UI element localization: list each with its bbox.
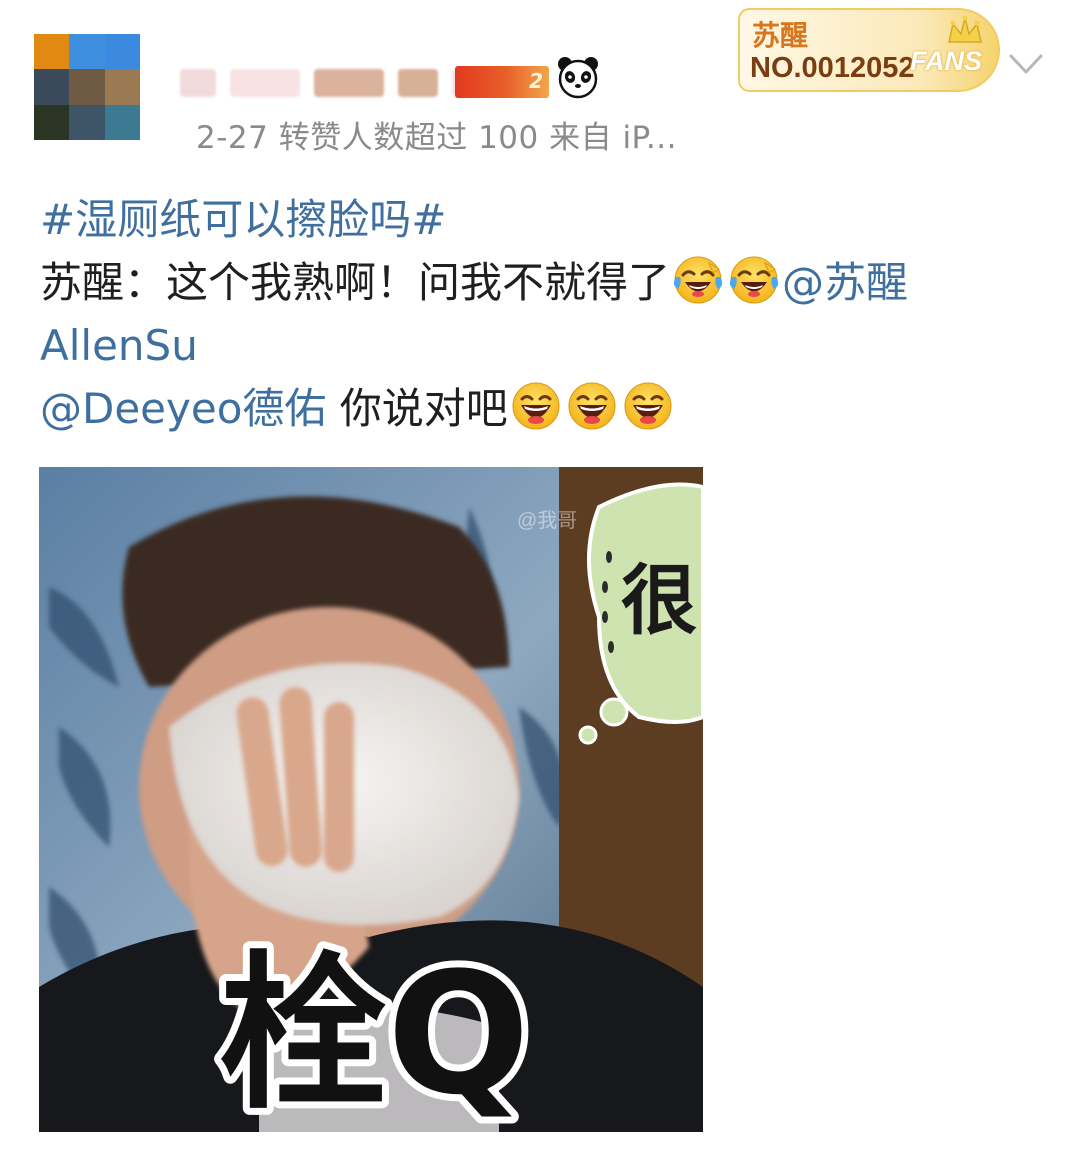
mention-link-deeyeo[interactable]: @Deeyeo德佑 [40, 384, 326, 433]
fans-badge-number: NO.0012052 [750, 52, 915, 84]
chevron-down-icon[interactable] [1008, 50, 1044, 78]
image-caption-outline: 栓Q [219, 936, 530, 1132]
avatar[interactable] [34, 34, 140, 140]
mention-link-sujing-cont[interactable]: AllenSu [40, 321, 198, 370]
crown-icon [948, 15, 982, 43]
vip-badge: 2 [455, 66, 549, 98]
mention-link-sujing[interactable]: @苏醒 [782, 258, 908, 307]
post-meta: 2-27 转赞人数超过 100 来自 iP... [196, 120, 677, 156]
bubble-text: 很 [621, 556, 697, 645]
post-image[interactable]: @我哥 很 栓Q [39, 467, 703, 1132]
laugh-cry-emoji [729, 255, 779, 305]
fans-badge-label: FANS [909, 46, 982, 76]
panda-icon [558, 57, 598, 99]
topic-link[interactable]: #湿厕纸可以擦脸吗# [40, 195, 446, 244]
image-watermark: @我哥 [517, 509, 577, 532]
post-text-line3: 你说对吧 [326, 384, 508, 433]
fans-badge-name: 苏醒 [752, 19, 809, 52]
laugh-emoji [511, 381, 561, 431]
post-content: #湿厕纸可以擦脸吗# 苏醒：这个我熟啊！问我不就得了 @苏醒 AllenSu @D… [40, 188, 1050, 440]
post-text-line1: 苏醒：这个我熟啊！问我不就得了 [40, 258, 671, 307]
vip-badge-text: 2 [529, 69, 543, 93]
laugh-emoji [567, 381, 617, 431]
fans-badge[interactable]: 苏醒 NO.0012052 FANS [738, 8, 1000, 92]
laugh-emoji [623, 381, 673, 431]
laugh-cry-emoji [673, 255, 723, 305]
